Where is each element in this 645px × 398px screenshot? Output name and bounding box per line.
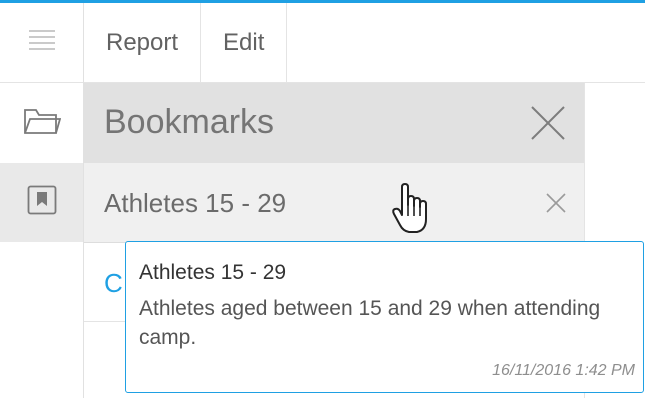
remove-bookmark-button[interactable] [546, 193, 566, 213]
folder-icon [23, 106, 61, 141]
close-panel-button[interactable] [530, 105, 566, 141]
edit-menu[interactable]: Edit [201, 3, 288, 82]
tooltip-description: Athletes aged between 15 and 29 when att… [139, 297, 601, 349]
panel-title: Bookmarks [104, 103, 275, 141]
app-window: Report Edit Bookmarks Athletes 15 - 29 C… [0, 0, 645, 398]
bookmark-icon [27, 185, 57, 220]
list-item-label: C [104, 268, 123, 298]
report-menu[interactable]: Report [84, 3, 202, 82]
top-toolbar: Report Edit [84, 3, 645, 83]
bookmark-item[interactable]: Athletes 15 - 29 [84, 163, 584, 243]
bookmark-tooltip: Athletes 15 - 29 Athletes aged between 1… [125, 241, 644, 393]
menu-icon [28, 29, 56, 56]
rail-menu-button[interactable] [0, 3, 83, 83]
tooltip-title: Athletes 15 - 29 [139, 261, 287, 284]
panel-header: Bookmarks [84, 83, 584, 163]
rail-bookmark-button[interactable] [0, 163, 83, 242]
close-icon [531, 106, 565, 140]
tooltip-timestamp: 16/11/2016 1:42 PM [492, 362, 635, 379]
hand-cursor-icon [391, 183, 431, 235]
left-rail [0, 3, 84, 398]
bookmark-label: Athletes 15 - 29 [104, 188, 287, 218]
rail-folder-button[interactable] [0, 83, 83, 163]
close-icon [546, 193, 566, 213]
